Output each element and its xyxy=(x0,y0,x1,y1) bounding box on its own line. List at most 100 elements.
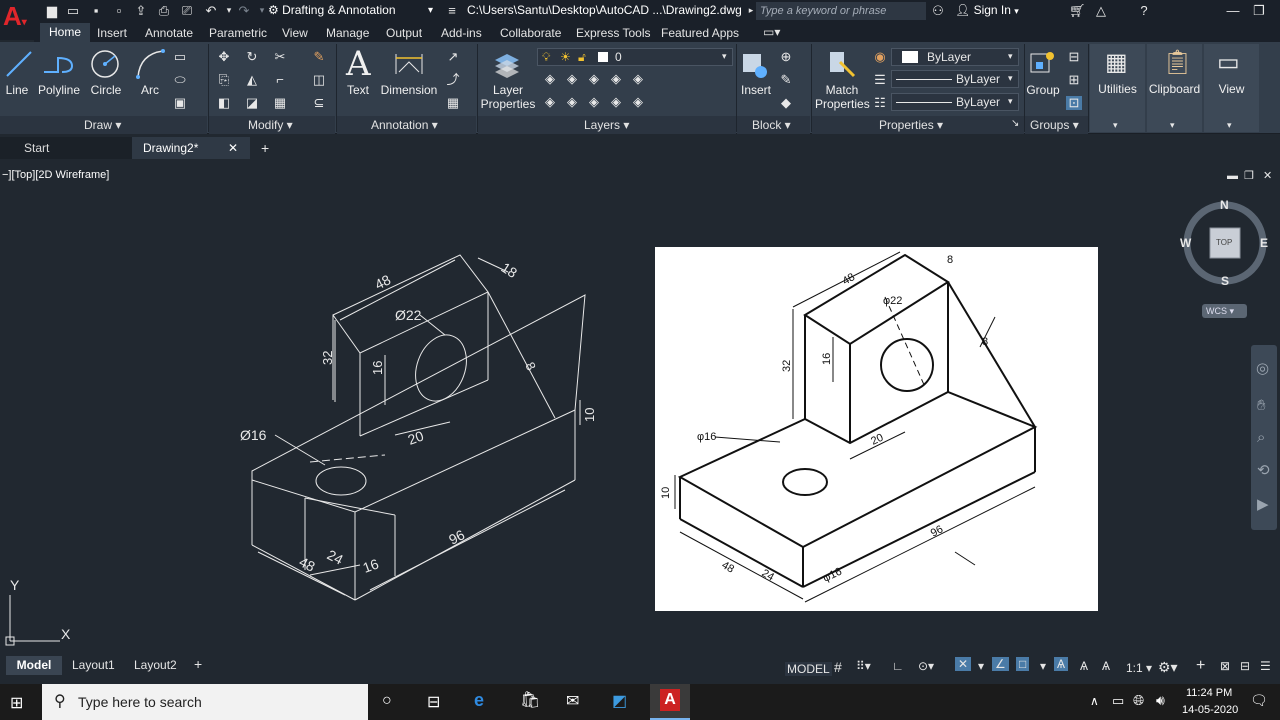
match-properties-label-1[interactable]: Match xyxy=(815,83,869,97)
tab-view[interactable]: View xyxy=(282,26,308,40)
color-wheel-icon[interactable]: ◉ xyxy=(872,50,888,64)
workspace-selector[interactable]: ⚙ Drafting & Annotation ▾ xyxy=(268,2,438,19)
compass-east[interactable]: E xyxy=(1260,236,1268,250)
sign-in-button[interactable]: 👤︎ Sign In ▾ xyxy=(955,3,1019,17)
copy-icon[interactable]: ⎘ xyxy=(216,73,232,87)
windows-start-icon[interactable]: ⊞ xyxy=(10,693,23,713)
tab-manage[interactable]: Manage xyxy=(326,26,369,40)
dimension-icon[interactable] xyxy=(393,50,425,78)
tab-parametric[interactable]: Parametric xyxy=(209,26,267,40)
group-button-label[interactable]: Group xyxy=(1026,83,1060,97)
snap-icon[interactable]: ⠿▾ xyxy=(856,659,871,673)
model-space-toggle[interactable]: MODEL xyxy=(785,662,832,676)
new-tab-icon[interactable]: + xyxy=(261,140,269,156)
printer-icon[interactable]: ⎚ xyxy=(179,3,195,18)
clock-date[interactable]: 14-05-2020 xyxy=(1182,704,1238,716)
utilities-button[interactable]: ▦ Utilities ▾ xyxy=(1090,44,1145,132)
notifications-icon[interactable]: 🗨︎ xyxy=(1250,692,1268,709)
move-icon[interactable]: ✥ xyxy=(216,50,232,64)
dimension-button-label[interactable]: Dimension xyxy=(380,83,438,97)
help-icon[interactable]: ? xyxy=(1136,3,1152,18)
tab-home[interactable]: Home xyxy=(40,23,90,43)
annotation-monitor-icon[interactable]: + xyxy=(1196,657,1205,675)
polyline-icon[interactable] xyxy=(42,50,76,78)
table-icon[interactable]: ▦ xyxy=(445,96,461,110)
layer-unisolate-icon[interactable]: ◈ xyxy=(564,95,580,109)
rectangle-icon[interactable]: ▭ xyxy=(172,50,188,64)
tab-output[interactable]: Output xyxy=(386,26,422,40)
layer-dropdown[interactable]: 💡︎ ☀ 🔓︎ 0 ▾ xyxy=(537,48,733,66)
stretch-icon[interactable]: ◧ xyxy=(216,96,232,110)
annotation-scale-icon[interactable]: Ѧ xyxy=(1102,659,1110,673)
viewport-close-icon[interactable]: ✕ xyxy=(1263,169,1272,182)
erase-icon[interactable]: ✎ xyxy=(311,50,327,64)
autocad-logo-button[interactable]: A▾ xyxy=(0,0,34,40)
multileader-icon[interactable]: ⤴ xyxy=(445,73,461,87)
arc-icon[interactable] xyxy=(135,48,167,80)
autodesk-a360-icon[interactable]: △ xyxy=(1093,3,1109,18)
view-button[interactable]: ▭ View ▾ xyxy=(1204,44,1259,132)
create-block-icon[interactable]: ⊕ xyxy=(778,50,794,64)
tab-collaborate[interactable]: Collaborate xyxy=(500,26,561,40)
clock-time[interactable]: 11:24 PM xyxy=(1186,687,1232,699)
circle-icon[interactable] xyxy=(89,48,121,80)
layer-on-icon[interactable]: ◈ xyxy=(542,95,558,109)
viewcube-top-face[interactable]: TOP xyxy=(1216,238,1232,247)
circle-button-label[interactable]: Circle xyxy=(90,83,122,97)
show-hidden-icons-icon[interactable]: ∧ xyxy=(1090,694,1099,708)
group-icon[interactable] xyxy=(1028,48,1058,80)
leader-icon[interactable]: ↗ xyxy=(445,50,461,64)
viewport-minimize-icon[interactable]: ▬ xyxy=(1227,170,1238,182)
restore-window-icon[interactable]: ❐ xyxy=(1251,3,1267,18)
object-snap-icon[interactable]: □ xyxy=(1016,657,1030,671)
rotate-icon[interactable]: ↻ xyxy=(244,50,260,64)
layer-lock-icon[interactable]: ◈ xyxy=(608,72,624,86)
group-selection-icon[interactable]: ⊡ xyxy=(1066,96,1082,110)
line-button-label[interactable]: Line xyxy=(4,83,30,97)
undo-dropdown-icon[interactable]: ▾ xyxy=(221,3,237,18)
powerpoint-icon[interactable]: ◩ xyxy=(612,691,627,711)
offset-icon[interactable]: ⊆ xyxy=(311,96,327,110)
region-icon[interactable]: ▣ xyxy=(172,96,188,110)
showmotion-icon[interactable]: ▶ xyxy=(1257,495,1269,513)
insert-block-icon[interactable] xyxy=(741,48,771,80)
layer-walk-icon[interactable]: ◈ xyxy=(630,95,646,109)
tab-annotate[interactable]: Annotate xyxy=(145,26,193,40)
start-tab[interactable]: Start xyxy=(0,137,132,159)
layer-isolate-icon[interactable]: ◈ xyxy=(564,72,580,86)
polyline-button-label[interactable]: Polyline xyxy=(37,83,81,97)
lineweight-icon[interactable]: ☷ xyxy=(872,96,888,110)
cart-icon[interactable]: 🛒︎ xyxy=(1069,3,1086,18)
draw-panel-title[interactable]: Draw ▾ xyxy=(84,118,122,132)
annotation-panel-title[interactable]: Annotation ▾ xyxy=(371,118,438,132)
layer-freeze-icon[interactable]: ◈ xyxy=(586,72,602,86)
match-properties-label-2[interactable]: Properties xyxy=(815,97,870,111)
mail-icon[interactable]: ✉ xyxy=(566,691,579,711)
steering-wheel-icon[interactable]: ◎ xyxy=(1256,359,1269,377)
ribbon-options-icon[interactable]: ▭▾ xyxy=(763,25,780,39)
layer-properties-label-1[interactable]: Layer xyxy=(478,83,538,97)
group-edit-icon[interactable]: ⊞ xyxy=(1066,73,1082,87)
explode-icon[interactable]: ◫ xyxy=(311,73,327,87)
array-icon[interactable]: ▦ xyxy=(272,96,288,110)
isometric-drawing[interactable]: 48 18 Ø22 32 16 8 10 20 Ø16 96 48 24 16 xyxy=(230,240,610,610)
plot-icon[interactable]: ⎙ xyxy=(156,3,172,18)
volume-icon[interactable]: 🔊︎ xyxy=(1156,692,1165,709)
save-icon[interactable]: ▪ xyxy=(88,3,104,18)
store-icon[interactable]: 🛍︎ xyxy=(520,690,540,710)
cortana-icon[interactable]: ○ xyxy=(382,692,392,710)
insert-button-label[interactable]: Insert xyxy=(738,83,774,97)
drawing-tab[interactable]: Drawing2* ✕ xyxy=(132,137,250,159)
annotation-visibility-icon[interactable]: Ѧ xyxy=(1054,657,1069,671)
quick-properties-icon[interactable]: ⊟ xyxy=(1240,659,1250,673)
taskbar-search-input[interactable]: ⚲ Type here to search xyxy=(42,684,368,720)
keyword-search-input[interactable]: Type a keyword or phrase xyxy=(756,2,926,20)
layer-thaw-icon[interactable]: ◈ xyxy=(586,95,602,109)
autocad-taskbar-button[interactable]: A xyxy=(650,684,690,720)
undo-icon[interactable]: ↶ xyxy=(203,3,219,18)
wcs-menu[interactable]: WCS ▾ xyxy=(1202,304,1247,318)
tab-featured-apps[interactable]: Featured Apps xyxy=(661,26,739,40)
battery-icon[interactable]: ▭ xyxy=(1112,693,1124,709)
object-snap-tracking-icon[interactable]: ∠ xyxy=(992,657,1009,671)
pan-icon[interactable]: ✋︎ xyxy=(1257,397,1266,414)
